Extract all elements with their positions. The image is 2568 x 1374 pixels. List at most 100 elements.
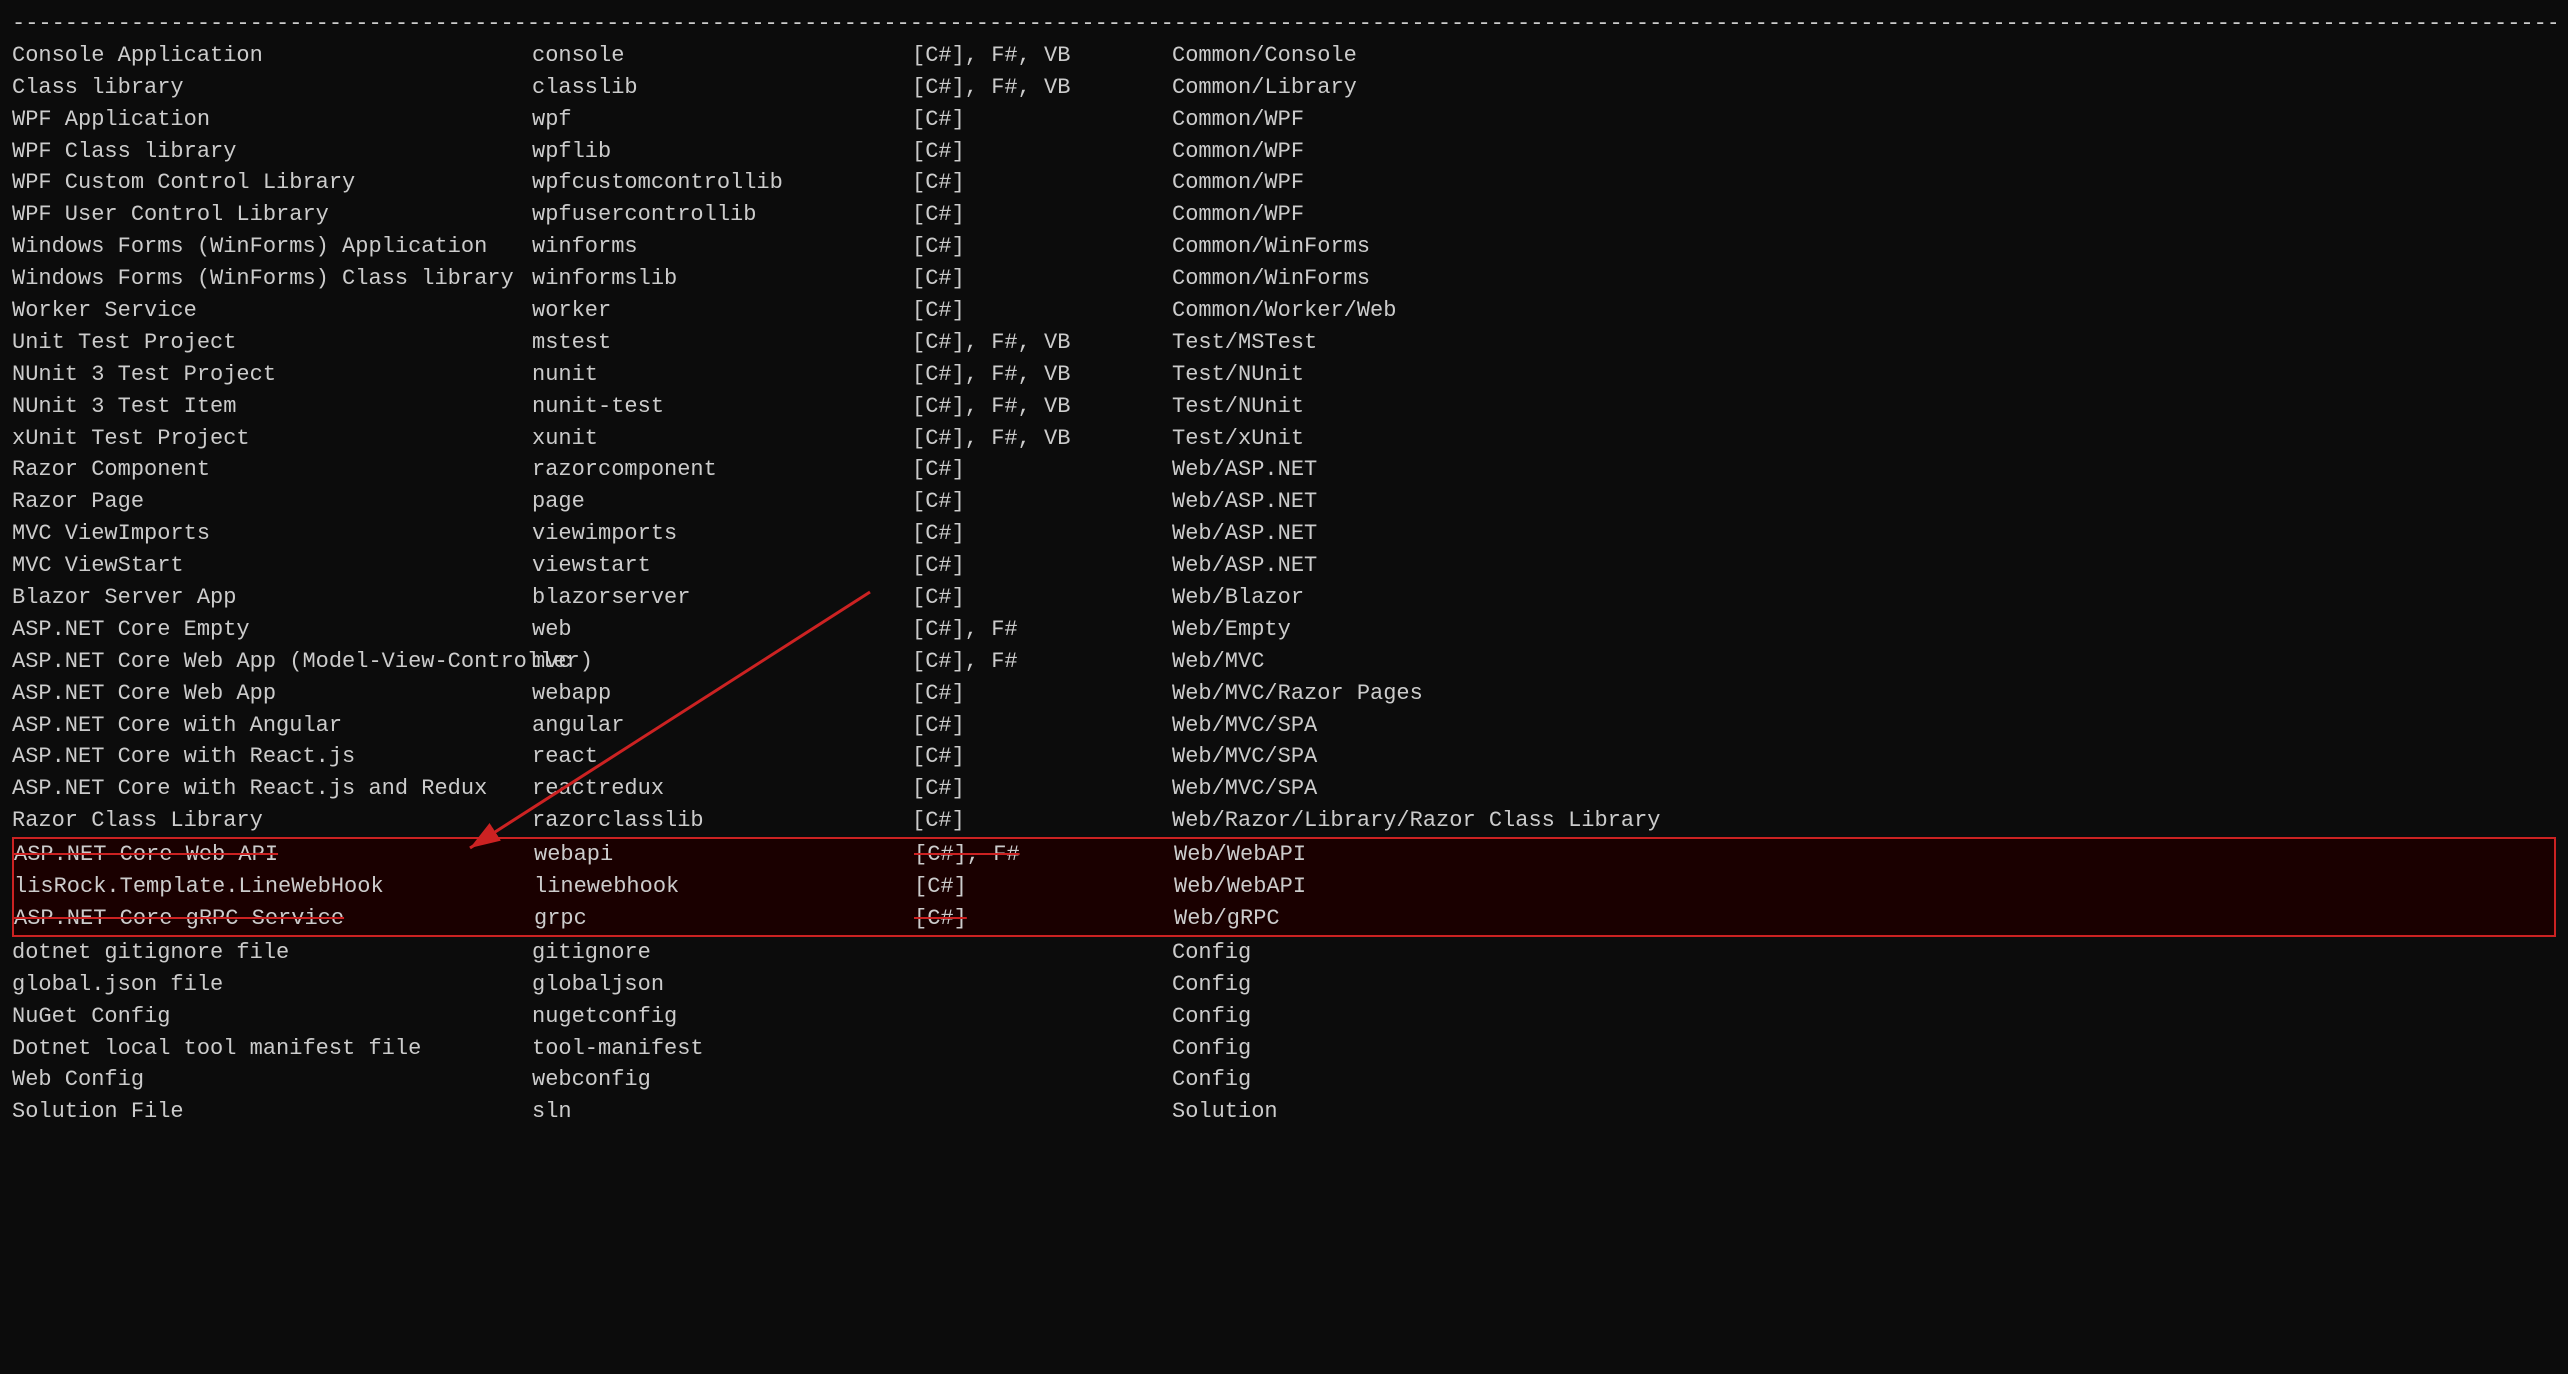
template-language: [C#], F#, VB xyxy=(912,423,1172,455)
template-language xyxy=(912,1064,1172,1096)
table-row: ASP.NET Core Empty web [C#], F# Web/Empt… xyxy=(12,614,2556,646)
template-language: [C#] xyxy=(912,550,1172,582)
template-name: Razor Component xyxy=(12,454,532,486)
template-name: Windows Forms (WinForms) Application xyxy=(12,231,532,263)
template-short-name: angular xyxy=(532,710,912,742)
template-language: [C#] xyxy=(912,136,1172,168)
template-short-name: nunit-test xyxy=(532,391,912,423)
template-language xyxy=(912,1096,1172,1128)
template-tags: Solution xyxy=(1172,1096,2556,1128)
template-short-name: grpc xyxy=(534,903,914,935)
template-language: [C#] xyxy=(912,678,1172,710)
template-tags: Web/MVC/Razor Pages xyxy=(1172,678,2556,710)
table-row: dotnet gitignore file gitignore Config xyxy=(12,937,2556,969)
template-name: Worker Service xyxy=(12,295,532,327)
template-name: Console Application xyxy=(12,40,532,72)
template-language: [C#] xyxy=(912,773,1172,805)
template-name: NuGet Config xyxy=(12,1001,532,1033)
template-name: Blazor Server App xyxy=(12,582,532,614)
template-short-name: wpflib xyxy=(532,136,912,168)
template-tags: Common/Library xyxy=(1172,72,2556,104)
table-row: Razor Component razorcomponent [C#] Web/… xyxy=(12,454,2556,486)
template-short-name: sln xyxy=(532,1096,912,1128)
template-short-name: xunit xyxy=(532,423,912,455)
template-tags: Config xyxy=(1172,937,2556,969)
template-name: WPF Class library xyxy=(12,136,532,168)
table-row: Razor Page page [C#] Web/ASP.NET xyxy=(12,486,2556,518)
table-row: Worker Service worker [C#] Common/Worker… xyxy=(12,295,2556,327)
template-name: ASP.NET Core gRPC Service xyxy=(14,903,534,935)
template-tags: Common/WinForms xyxy=(1172,263,2556,295)
template-tags: Common/WinForms xyxy=(1172,231,2556,263)
table-row: Web Config webconfig Config xyxy=(12,1064,2556,1096)
template-list: Console Application console [C#], F#, VB… xyxy=(12,40,2556,1128)
template-language: [C#] xyxy=(912,295,1172,327)
template-tags: Web/WebAPI xyxy=(1174,871,2554,903)
template-tags: Web/Razor/Library/Razor Class Library xyxy=(1172,805,2556,837)
template-name: Class library xyxy=(12,72,532,104)
template-language xyxy=(912,969,1172,1001)
table-row: xUnit Test Project xunit [C#], F#, VB Te… xyxy=(12,423,2556,455)
template-short-name: worker xyxy=(532,295,912,327)
template-short-name: wpf xyxy=(532,104,912,136)
table-row: WPF Class library wpflib [C#] Common/WPF xyxy=(12,136,2556,168)
template-short-name: console xyxy=(532,40,912,72)
template-short-name: linewebhook xyxy=(534,871,914,903)
template-language: [C#], F#, VB xyxy=(912,72,1172,104)
template-name: lisRock.Template.LineWebHook xyxy=(14,871,534,903)
template-name: MVC ViewStart xyxy=(12,550,532,582)
template-short-name: viewstart xyxy=(532,550,912,582)
table-row: ASP.NET Core gRPC Service grpc [C#] Web/… xyxy=(14,903,2554,935)
template-language: [C#] xyxy=(914,871,1174,903)
template-short-name: wpfcustomcontrollib xyxy=(532,167,912,199)
table-row: NUnit 3 Test Item nunit-test [C#], F#, V… xyxy=(12,391,2556,423)
template-name: MVC ViewImports xyxy=(12,518,532,550)
template-name: global.json file xyxy=(12,969,532,1001)
template-tags: Web/ASP.NET xyxy=(1172,454,2556,486)
table-row: ASP.NET Core Web App (Model-View-Control… xyxy=(12,646,2556,678)
table-row: Solution File sln Solution xyxy=(12,1096,2556,1128)
template-short-name: webconfig xyxy=(532,1064,912,1096)
template-language: [C#] xyxy=(912,263,1172,295)
template-tags: Common/Worker/Web xyxy=(1172,295,2556,327)
template-short-name: page xyxy=(532,486,912,518)
separator-line: ----------------------------------------… xyxy=(12,8,2556,40)
table-row: WPF Application wpf [C#] Common/WPF xyxy=(12,104,2556,136)
template-short-name: viewimports xyxy=(532,518,912,550)
template-language: [C#] xyxy=(912,582,1172,614)
template-language: [C#] xyxy=(912,486,1172,518)
template-name: ASP.NET Core Web API xyxy=(14,839,534,871)
template-short-name: web xyxy=(532,614,912,646)
template-name: xUnit Test Project xyxy=(12,423,532,455)
template-language: [C#], F#, VB xyxy=(912,40,1172,72)
template-tags: Config xyxy=(1172,1001,2556,1033)
template-short-name: globaljson xyxy=(532,969,912,1001)
template-language: [C#] xyxy=(912,454,1172,486)
template-name: Razor Class Library xyxy=(12,805,532,837)
table-row: WPF User Control Library wpfusercontroll… xyxy=(12,199,2556,231)
table-row: ASP.NET Core with React.js react [C#] We… xyxy=(12,741,2556,773)
template-tags: Config xyxy=(1172,969,2556,1001)
template-tags: Web/Empty xyxy=(1172,614,2556,646)
template-short-name: blazorserver xyxy=(532,582,912,614)
template-tags: Web/WebAPI xyxy=(1174,839,2554,871)
template-tags: Web/Blazor xyxy=(1172,582,2556,614)
template-name: Windows Forms (WinForms) Class library xyxy=(12,263,532,295)
template-language xyxy=(912,1001,1172,1033)
template-name: Solution File xyxy=(12,1096,532,1128)
template-language: [C#], F# xyxy=(912,614,1172,646)
template-tags: Test/MSTest xyxy=(1172,327,2556,359)
template-tags: Test/NUnit xyxy=(1172,391,2556,423)
template-tags: Common/WPF xyxy=(1172,199,2556,231)
template-language: [C#], F# xyxy=(912,646,1172,678)
template-name: NUnit 3 Test Item xyxy=(12,391,532,423)
table-row: Class library classlib [C#], F#, VB Comm… xyxy=(12,72,2556,104)
table-row: NUnit 3 Test Project nunit [C#], F#, VB … xyxy=(12,359,2556,391)
template-language: [C#], F# xyxy=(914,839,1174,871)
template-language: [C#] xyxy=(912,741,1172,773)
template-language: [C#] xyxy=(912,104,1172,136)
template-name: Web Config xyxy=(12,1064,532,1096)
table-row: ASP.NET Core Web App webapp [C#] Web/MVC… xyxy=(12,678,2556,710)
template-tags: Test/xUnit xyxy=(1172,423,2556,455)
template-name: NUnit 3 Test Project xyxy=(12,359,532,391)
